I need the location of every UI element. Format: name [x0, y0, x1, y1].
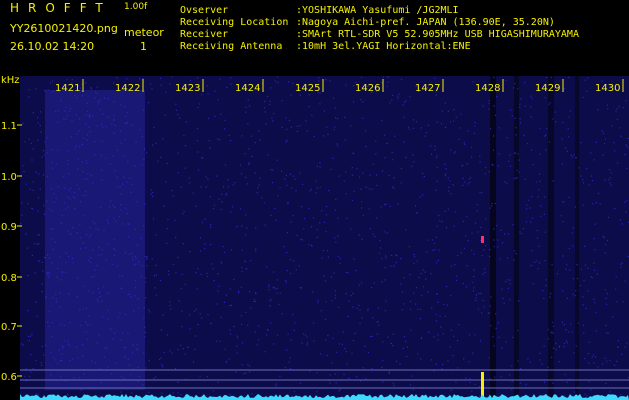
info-row-location: Receiving Location:Nagoya Aichi-pref. JA… [180, 17, 555, 28]
meteor-echo [481, 236, 484, 243]
y-tick-label: 1.1 [1, 121, 17, 132]
version-label: 1.00f [124, 2, 148, 12]
dark-column-2 [548, 76, 554, 400]
x-tick-label: 1422 [115, 83, 140, 94]
x-tick-label: 1421 [55, 83, 80, 94]
filename-label: YY2610021420.png [10, 22, 118, 35]
y-axis-unit: kHz [1, 76, 20, 86]
x-tick-label: 1429 [535, 83, 560, 94]
y-tick-label: 0.7 [1, 322, 17, 333]
info-row-antenna: Receiving Antenna:10mH 3el.YAGI Horizont… [180, 41, 471, 52]
x-tick-label: 1427 [415, 83, 440, 94]
dark-column-0 [490, 76, 496, 400]
meteor-label: meteor [124, 26, 164, 39]
info-row-observer: Ovserver:YOSHIKAWA Yasufumi /JG2MLI [180, 5, 459, 16]
spectrogram: 1421 1422 1423 1424 1425 1426 1427 1428 1429 1430… [0, 76, 629, 400]
header-panel: HROFFT 1.00f YY2610021420.png 26.10.02 1… [0, 0, 629, 76]
y-tick-label: 0.9 [1, 222, 17, 233]
x-tick-label: 1425 [295, 83, 320, 94]
station-info: Ovserver:YOSHIKAWA Yasufumi /JG2MLI Rece… [180, 5, 579, 53]
info-row-receiver: Receiver:SMArt RTL-SDR V5 52.905MHz USB … [180, 29, 579, 40]
x-tick-label: 1430 [595, 83, 620, 94]
timestamp-label: 26.10.02 14:20 [10, 40, 95, 53]
y-tick-label: 1.0 [1, 172, 17, 183]
noise-band [45, 90, 145, 390]
y-tick-label: 0.6 [1, 372, 17, 383]
x-tick-label: 1426 [355, 83, 380, 94]
x-tick-label: 1423 [175, 83, 200, 94]
dark-column-1 [514, 76, 519, 400]
x-tick-label: 1428 [475, 83, 500, 94]
app-title: HROFFT [10, 1, 112, 15]
dark-column-3 [575, 76, 579, 400]
x-tick-label: 1424 [235, 83, 260, 94]
meteor-count: 1 [140, 40, 147, 53]
y-tick-label: 0.8 [1, 273, 17, 284]
